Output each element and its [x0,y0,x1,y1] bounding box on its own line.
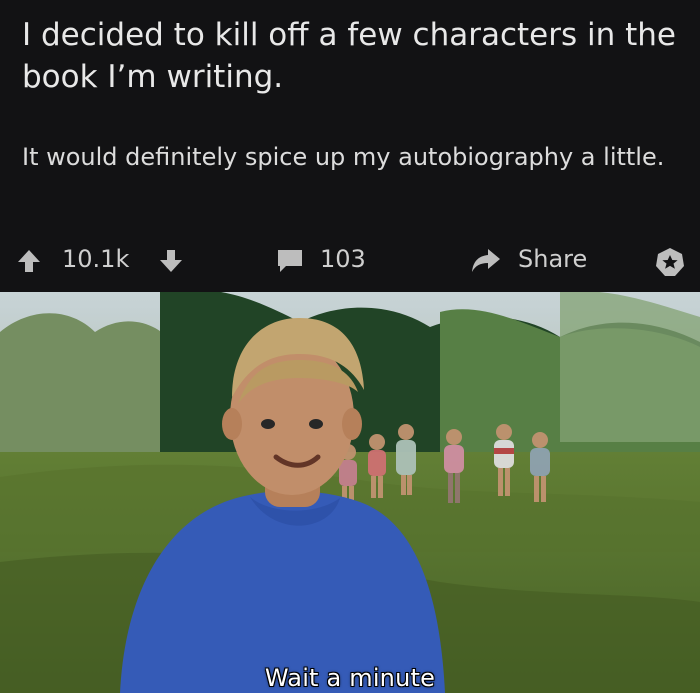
arrow-up-icon[interactable] [16,248,42,274]
share-icon[interactable] [470,247,502,275]
arrow-down-icon[interactable] [158,248,184,274]
share-button[interactable]: Share [518,245,587,273]
vote-count: 10.1k [62,245,130,273]
post-body: It would definitely spice up my autobiog… [22,143,665,171]
post-card: I decided to kill off a few characters i… [0,0,700,693]
post-title: I decided to kill off a few characters i… [22,17,676,95]
action-bar: 10.1k 103 Share [0,238,700,284]
post-header: I decided to kill off a few characters i… [0,0,700,292]
comment-icon[interactable] [276,248,304,274]
meme-scene [0,292,700,693]
post-image [0,292,700,693]
comment-count[interactable]: 103 [320,245,366,273]
award-icon[interactable] [654,246,686,278]
image-caption: Wait a minute [264,664,436,692]
